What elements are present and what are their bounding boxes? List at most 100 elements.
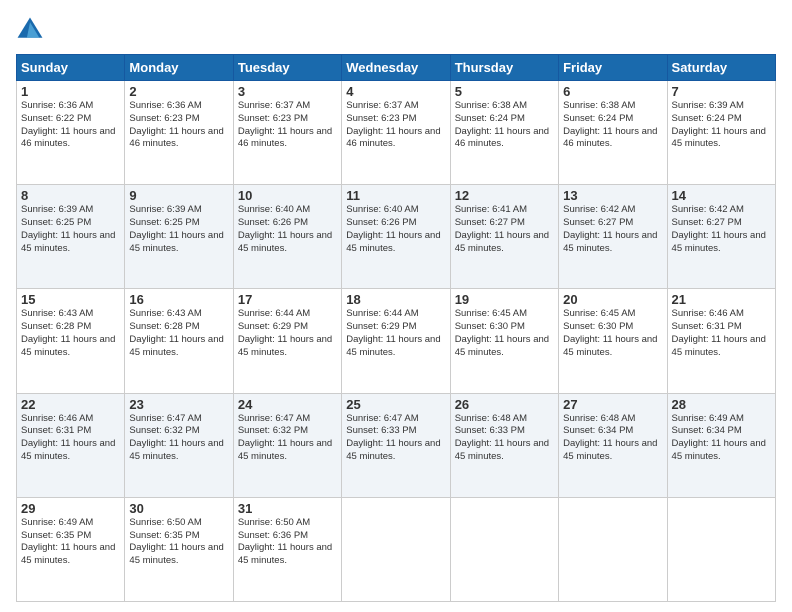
col-header-friday: Friday [559, 55, 667, 81]
day-info: Sunrise: 6:49 AMSunset: 6:34 PMDaylight:… [672, 413, 766, 462]
day-number: 20 [563, 292, 662, 307]
day-cell: 30 Sunrise: 6:50 AMSunset: 6:35 PMDaylig… [125, 497, 233, 601]
day-info: Sunrise: 6:44 AMSunset: 6:29 PMDaylight:… [238, 308, 332, 357]
day-number: 12 [455, 188, 554, 203]
page: SundayMondayTuesdayWednesdayThursdayFrid… [0, 0, 792, 612]
day-cell: 11 Sunrise: 6:40 AMSunset: 6:26 PMDaylig… [342, 185, 450, 289]
col-header-sunday: Sunday [17, 55, 125, 81]
week-row-4: 22 Sunrise: 6:46 AMSunset: 6:31 PMDaylig… [17, 393, 776, 497]
day-cell: 2 Sunrise: 6:36 AMSunset: 6:23 PMDayligh… [125, 81, 233, 185]
day-cell: 7 Sunrise: 6:39 AMSunset: 6:24 PMDayligh… [667, 81, 775, 185]
day-cell: 25 Sunrise: 6:47 AMSunset: 6:33 PMDaylig… [342, 393, 450, 497]
day-cell: 28 Sunrise: 6:49 AMSunset: 6:34 PMDaylig… [667, 393, 775, 497]
logo [16, 16, 48, 44]
calendar-body: 1 Sunrise: 6:36 AMSunset: 6:22 PMDayligh… [17, 81, 776, 602]
day-cell: 3 Sunrise: 6:37 AMSunset: 6:23 PMDayligh… [233, 81, 341, 185]
col-header-monday: Monday [125, 55, 233, 81]
day-info: Sunrise: 6:39 AMSunset: 6:25 PMDaylight:… [129, 204, 223, 253]
day-number: 1 [21, 84, 120, 99]
calendar-table: SundayMondayTuesdayWednesdayThursdayFrid… [16, 54, 776, 602]
day-cell: 18 Sunrise: 6:44 AMSunset: 6:29 PMDaylig… [342, 289, 450, 393]
day-cell: 9 Sunrise: 6:39 AMSunset: 6:25 PMDayligh… [125, 185, 233, 289]
day-number: 31 [238, 501, 337, 516]
day-cell: 5 Sunrise: 6:38 AMSunset: 6:24 PMDayligh… [450, 81, 558, 185]
day-info: Sunrise: 6:47 AMSunset: 6:32 PMDaylight:… [238, 413, 332, 462]
day-cell: 1 Sunrise: 6:36 AMSunset: 6:22 PMDayligh… [17, 81, 125, 185]
day-cell [342, 497, 450, 601]
day-info: Sunrise: 6:46 AMSunset: 6:31 PMDaylight:… [672, 308, 766, 357]
day-info: Sunrise: 6:36 AMSunset: 6:23 PMDaylight:… [129, 100, 223, 149]
day-cell: 10 Sunrise: 6:40 AMSunset: 6:26 PMDaylig… [233, 185, 341, 289]
day-cell [450, 497, 558, 601]
day-number: 9 [129, 188, 228, 203]
logo-icon [16, 16, 44, 44]
day-number: 13 [563, 188, 662, 203]
day-info: Sunrise: 6:41 AMSunset: 6:27 PMDaylight:… [455, 204, 549, 253]
header-row: SundayMondayTuesdayWednesdayThursdayFrid… [17, 55, 776, 81]
week-row-5: 29 Sunrise: 6:49 AMSunset: 6:35 PMDaylig… [17, 497, 776, 601]
day-cell: 15 Sunrise: 6:43 AMSunset: 6:28 PMDaylig… [17, 289, 125, 393]
day-info: Sunrise: 6:49 AMSunset: 6:35 PMDaylight:… [21, 517, 115, 566]
day-info: Sunrise: 6:42 AMSunset: 6:27 PMDaylight:… [672, 204, 766, 253]
day-number: 19 [455, 292, 554, 307]
day-number: 5 [455, 84, 554, 99]
day-cell: 29 Sunrise: 6:49 AMSunset: 6:35 PMDaylig… [17, 497, 125, 601]
day-cell: 12 Sunrise: 6:41 AMSunset: 6:27 PMDaylig… [450, 185, 558, 289]
day-info: Sunrise: 6:37 AMSunset: 6:23 PMDaylight:… [238, 100, 332, 149]
day-number: 28 [672, 397, 771, 412]
day-number: 16 [129, 292, 228, 307]
day-cell: 22 Sunrise: 6:46 AMSunset: 6:31 PMDaylig… [17, 393, 125, 497]
day-info: Sunrise: 6:50 AMSunset: 6:36 PMDaylight:… [238, 517, 332, 566]
day-number: 30 [129, 501, 228, 516]
day-info: Sunrise: 6:45 AMSunset: 6:30 PMDaylight:… [563, 308, 657, 357]
day-number: 24 [238, 397, 337, 412]
day-number: 6 [563, 84, 662, 99]
day-cell: 31 Sunrise: 6:50 AMSunset: 6:36 PMDaylig… [233, 497, 341, 601]
day-info: Sunrise: 6:47 AMSunset: 6:32 PMDaylight:… [129, 413, 223, 462]
day-cell: 19 Sunrise: 6:45 AMSunset: 6:30 PMDaylig… [450, 289, 558, 393]
day-info: Sunrise: 6:50 AMSunset: 6:35 PMDaylight:… [129, 517, 223, 566]
day-number: 26 [455, 397, 554, 412]
col-header-tuesday: Tuesday [233, 55, 341, 81]
day-info: Sunrise: 6:43 AMSunset: 6:28 PMDaylight:… [129, 308, 223, 357]
day-cell: 17 Sunrise: 6:44 AMSunset: 6:29 PMDaylig… [233, 289, 341, 393]
calendar-header: SundayMondayTuesdayWednesdayThursdayFrid… [17, 55, 776, 81]
day-number: 25 [346, 397, 445, 412]
day-info: Sunrise: 6:40 AMSunset: 6:26 PMDaylight:… [238, 204, 332, 253]
day-cell [559, 497, 667, 601]
day-number: 17 [238, 292, 337, 307]
day-cell: 21 Sunrise: 6:46 AMSunset: 6:31 PMDaylig… [667, 289, 775, 393]
day-number: 23 [129, 397, 228, 412]
day-number: 14 [672, 188, 771, 203]
day-info: Sunrise: 6:40 AMSunset: 6:26 PMDaylight:… [346, 204, 440, 253]
day-cell: 26 Sunrise: 6:48 AMSunset: 6:33 PMDaylig… [450, 393, 558, 497]
day-cell: 27 Sunrise: 6:48 AMSunset: 6:34 PMDaylig… [559, 393, 667, 497]
day-number: 18 [346, 292, 445, 307]
day-info: Sunrise: 6:36 AMSunset: 6:22 PMDaylight:… [21, 100, 115, 149]
day-number: 22 [21, 397, 120, 412]
day-info: Sunrise: 6:38 AMSunset: 6:24 PMDaylight:… [563, 100, 657, 149]
day-number: 21 [672, 292, 771, 307]
day-cell: 13 Sunrise: 6:42 AMSunset: 6:27 PMDaylig… [559, 185, 667, 289]
day-info: Sunrise: 6:45 AMSunset: 6:30 PMDaylight:… [455, 308, 549, 357]
day-cell: 6 Sunrise: 6:38 AMSunset: 6:24 PMDayligh… [559, 81, 667, 185]
day-cell: 23 Sunrise: 6:47 AMSunset: 6:32 PMDaylig… [125, 393, 233, 497]
day-info: Sunrise: 6:43 AMSunset: 6:28 PMDaylight:… [21, 308, 115, 357]
day-number: 7 [672, 84, 771, 99]
col-header-saturday: Saturday [667, 55, 775, 81]
day-info: Sunrise: 6:37 AMSunset: 6:23 PMDaylight:… [346, 100, 440, 149]
day-number: 27 [563, 397, 662, 412]
day-info: Sunrise: 6:47 AMSunset: 6:33 PMDaylight:… [346, 413, 440, 462]
day-info: Sunrise: 6:44 AMSunset: 6:29 PMDaylight:… [346, 308, 440, 357]
day-number: 11 [346, 188, 445, 203]
week-row-3: 15 Sunrise: 6:43 AMSunset: 6:28 PMDaylig… [17, 289, 776, 393]
day-info: Sunrise: 6:39 AMSunset: 6:24 PMDaylight:… [672, 100, 766, 149]
day-cell: 24 Sunrise: 6:47 AMSunset: 6:32 PMDaylig… [233, 393, 341, 497]
day-info: Sunrise: 6:46 AMSunset: 6:31 PMDaylight:… [21, 413, 115, 462]
day-cell: 20 Sunrise: 6:45 AMSunset: 6:30 PMDaylig… [559, 289, 667, 393]
day-cell [667, 497, 775, 601]
day-info: Sunrise: 6:48 AMSunset: 6:34 PMDaylight:… [563, 413, 657, 462]
col-header-wednesday: Wednesday [342, 55, 450, 81]
day-cell: 16 Sunrise: 6:43 AMSunset: 6:28 PMDaylig… [125, 289, 233, 393]
day-info: Sunrise: 6:39 AMSunset: 6:25 PMDaylight:… [21, 204, 115, 253]
